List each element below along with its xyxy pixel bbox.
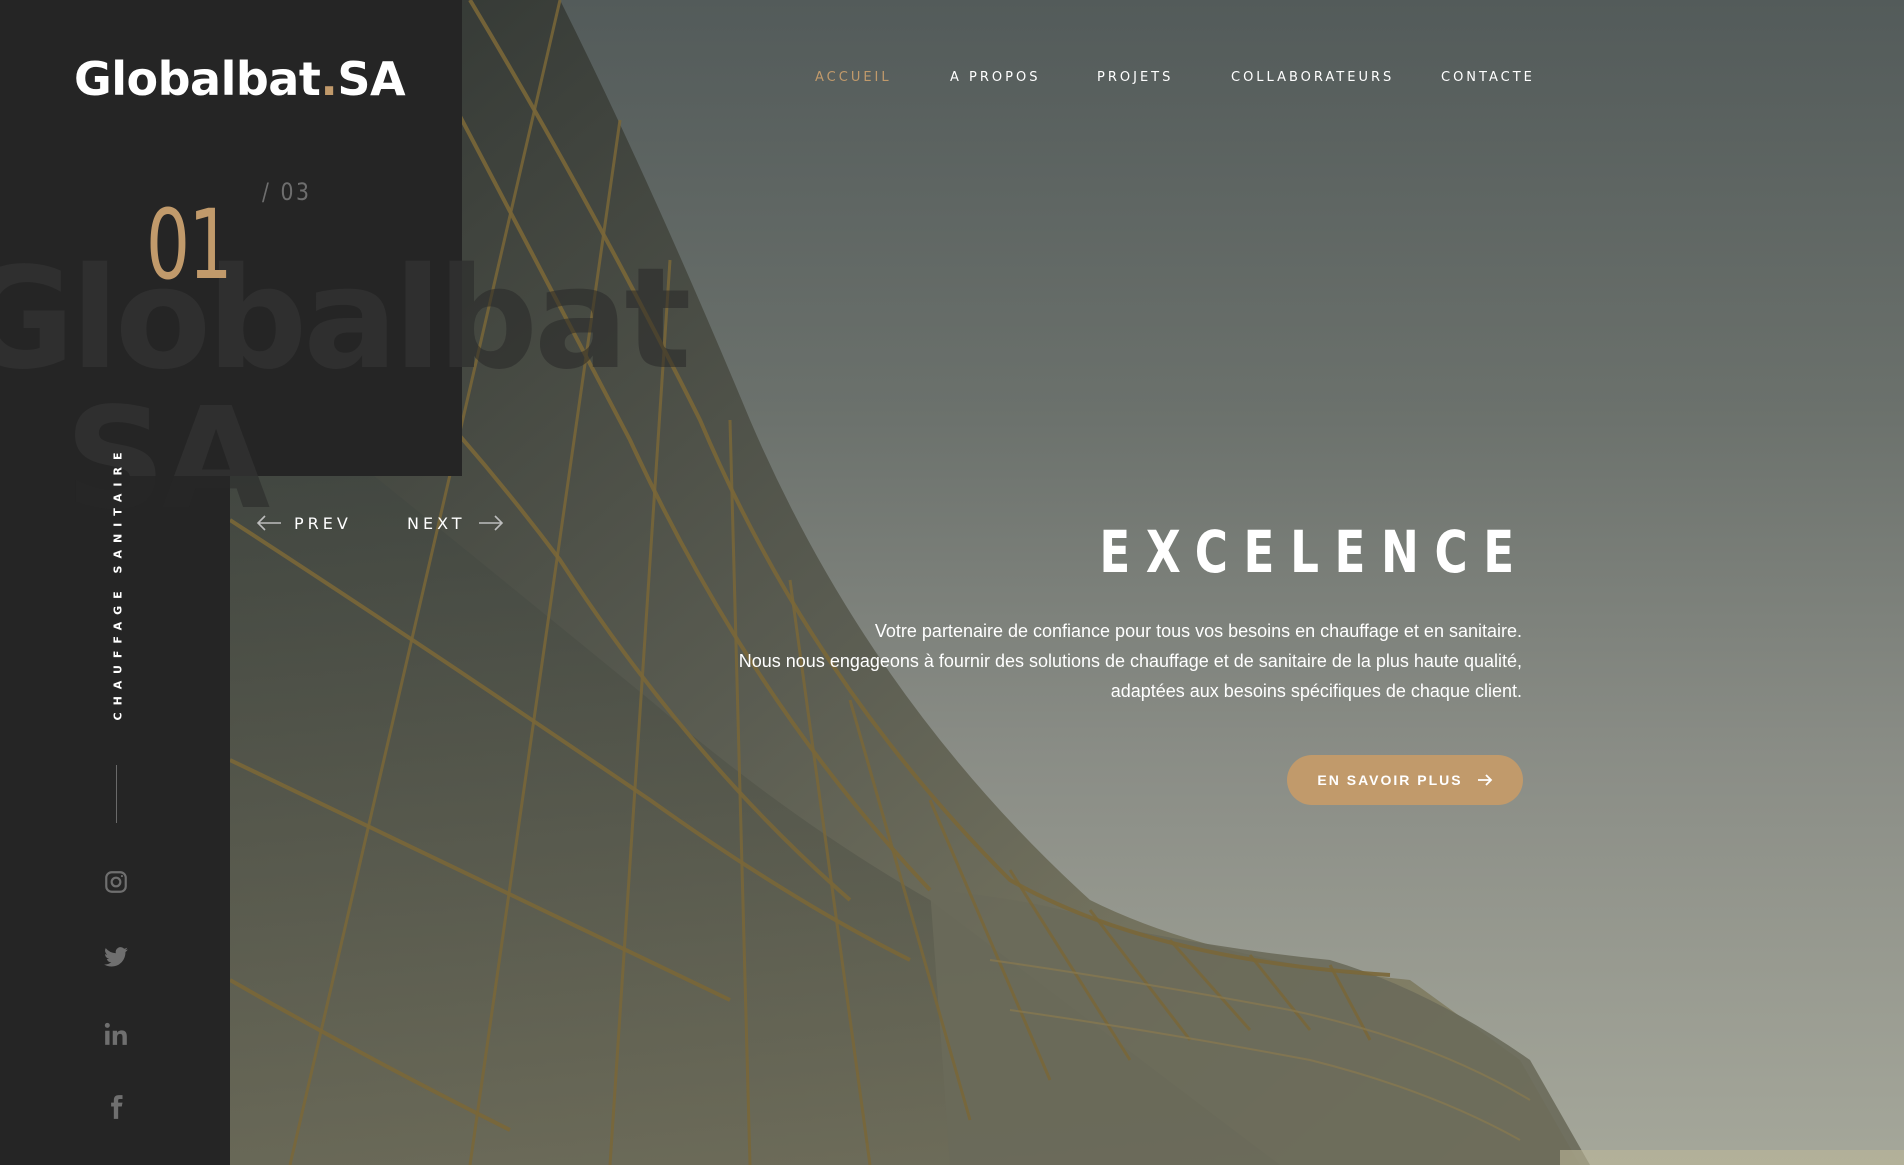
hero-background xyxy=(230,0,1904,1165)
facebook-icon[interactable] xyxy=(100,1091,132,1123)
sidebar-tagline: CHAUFFAGE SANITAIRE xyxy=(110,430,126,735)
prev-label: PREV xyxy=(294,513,352,533)
logo-suffix: SA xyxy=(337,52,406,106)
nav-item-contacte[interactable]: CONTACTE xyxy=(1441,70,1535,85)
hero-line-2: Nous nous engageons à fournir des soluti… xyxy=(738,651,1522,671)
learn-more-label: EN SAVOIR PLUS xyxy=(1317,772,1463,788)
linkedin-icon[interactable] xyxy=(100,1018,132,1050)
arrow-left-icon xyxy=(256,515,281,531)
hero-line-3: adaptées aux besoins spécifiques de chaq… xyxy=(1110,681,1522,701)
nav-item-collaborateurs[interactable]: COLLABORATEURS xyxy=(1231,70,1394,85)
hero-title: EXCELENCE xyxy=(1099,518,1530,586)
hero-line-1: Votre partenaire de confiance pour tous … xyxy=(874,621,1522,641)
hero-description: Votre partenaire de confiance pour tous … xyxy=(622,616,1522,706)
nav-item-a-propos[interactable]: A PROPOS xyxy=(950,70,1040,85)
site-logo[interactable]: Globalbat.SA xyxy=(74,52,406,106)
prev-slide-button[interactable]: PREV xyxy=(256,510,352,536)
sidebar-tagline-text: CHAUFFAGE SANITAIRE xyxy=(111,444,125,721)
glass-building-image xyxy=(230,0,1904,1165)
instagram-icon[interactable] xyxy=(100,866,132,898)
arrow-right-icon xyxy=(478,515,503,531)
nav-item-projets[interactable]: PROJETS xyxy=(1097,70,1173,85)
twitter-icon[interactable] xyxy=(100,941,132,973)
logo-name: Globalbat xyxy=(74,52,321,106)
slide-current-number: 01 xyxy=(146,189,233,301)
nav-item-accueil[interactable]: ACCUEIL xyxy=(815,70,892,85)
next-slide-button[interactable]: NEXT xyxy=(407,510,504,536)
logo-dot: . xyxy=(320,52,338,106)
next-label: NEXT xyxy=(407,513,466,533)
learn-more-button[interactable]: EN SAVOIR PLUS xyxy=(1287,755,1523,805)
slide-total-number: / 03 xyxy=(262,178,312,206)
arrow-right-icon xyxy=(1477,774,1492,786)
sidebar-divider xyxy=(116,765,117,823)
